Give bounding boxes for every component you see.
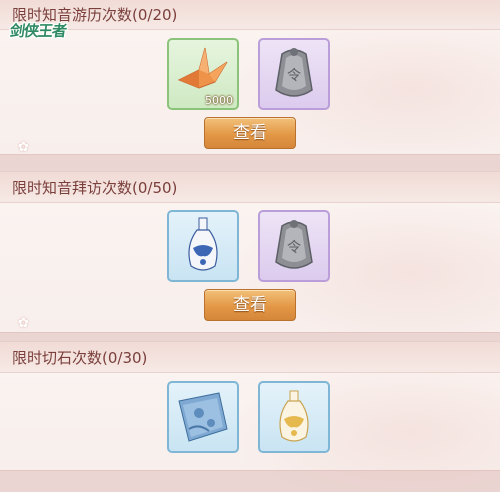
view-button[interactable]: 查看 [204,117,296,149]
silver-token-icon: 令 [275,48,313,97]
porcelain-vase-icon [188,217,218,271]
blue-cloth-icon [178,392,228,442]
task-panel-3: 限时切石次数(0/30) [0,341,500,492]
game-logo: 剑侠王者 [8,14,100,46]
item-quantity: 5000 [205,94,233,107]
reward-item-paper-crane[interactable]: 5000 [167,38,239,110]
reward-item-silver-token[interactable]: 令 [258,210,330,282]
reward-item-gold-vase[interactable] [258,381,330,453]
svg-text:令: 令 [287,68,301,84]
logo-text: 剑侠王者 [8,21,68,40]
view-button[interactable]: 查看 [204,289,296,321]
panel-title: 限时知音拜访次数(0/50) [12,179,178,197]
reward-item-porcelain-vase[interactable] [167,210,239,282]
reward-item-silver-token[interactable]: 令 [258,38,330,110]
panel-title: 限时切石次数(0/30) [12,349,148,367]
task-panel-2: 限时知音拜访次数(0/50) 令 查看 ✿ [0,171,500,333]
svg-text:令: 令 [287,240,301,256]
reward-item-blue-cloth[interactable] [167,381,239,453]
flower-ornament-icon: ✿ [18,316,29,331]
gold-vase-icon [279,390,309,442]
flower-ornament-icon: ✿ [18,140,29,155]
silver-token-icon: 令 [275,220,313,269]
